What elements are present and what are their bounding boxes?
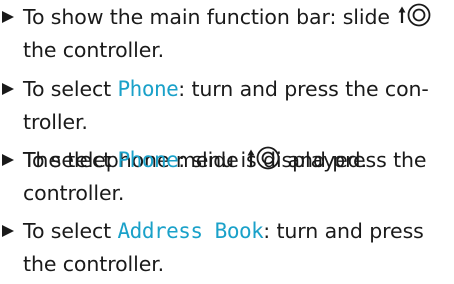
menu-item-phone: Phone xyxy=(117,148,179,172)
step-line: troller. xyxy=(23,110,88,134)
menu-item-phone: Phone xyxy=(117,77,179,101)
step-line: To show the main function bar: slide xyxy=(23,0,432,34)
bullet-triangle-icon xyxy=(2,0,16,34)
step-line: the controller. xyxy=(23,252,165,276)
step-line: the controller. xyxy=(23,38,165,62)
menu-item-address-book: Address Book xyxy=(117,219,264,243)
bullet-triangle-icon xyxy=(2,143,16,177)
step-line: To select Phone: slide and press the xyxy=(23,143,427,177)
bullet-triangle-icon xyxy=(2,214,16,248)
step-line: controller. xyxy=(23,181,125,205)
bullet-triangle-icon xyxy=(2,72,16,106)
step-line: To select Address Book: turn and press xyxy=(23,219,424,243)
slide-up-controller-icon xyxy=(247,146,280,170)
step-line: To select Phone: turn and press the con- xyxy=(23,77,429,101)
slide-up-controller-icon xyxy=(398,3,431,27)
instruction-list: To show the main function bar: slide the… xyxy=(0,0,454,284)
